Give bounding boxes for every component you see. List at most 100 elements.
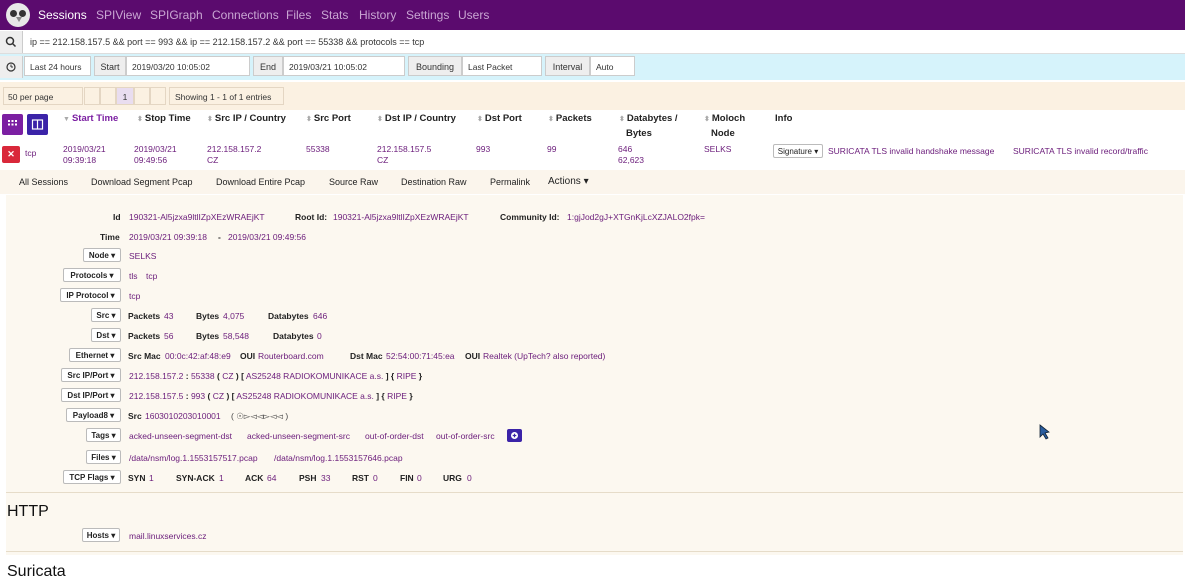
owl-logo-icon[interactable]	[6, 3, 30, 27]
next-page-button[interactable]	[134, 87, 150, 105]
flag-rst-value[interactable]: 0	[373, 473, 378, 483]
col-src-port[interactable]: ⬍ Src Port	[306, 112, 351, 127]
time-range-select[interactable]: Last 24 hours	[24, 56, 91, 76]
col-src-ip[interactable]: ⬍ Src IP / Country	[207, 112, 286, 127]
protocol-tls[interactable]: tls	[129, 271, 138, 281]
row-protocol[interactable]: tcp	[25, 148, 36, 159]
node-dropdown[interactable]: Node ▾	[83, 248, 121, 262]
bounding-select[interactable]: Last Packet	[462, 56, 542, 76]
node-value[interactable]: SELKS	[129, 251, 156, 261]
dst-databytes-value[interactable]: 0	[317, 331, 322, 341]
col-packets[interactable]: ⬍ Packets	[548, 112, 592, 127]
nav-history[interactable]: History	[359, 8, 396, 22]
info-field-dropdown[interactable]: Signature ▾	[773, 144, 823, 158]
permalink-link[interactable]: Permalink	[490, 177, 530, 187]
end-time-input[interactable]: 2019/03/21 10:05:02	[283, 56, 405, 76]
prev-page-button[interactable]	[100, 87, 116, 105]
row-info-signature-1[interactable]: SURICATA TLS invalid handshake message	[828, 146, 994, 157]
col-start-time[interactable]: ▼ Start Time	[63, 112, 118, 127]
src-mac-value[interactable]: 00:0c:42:af:48:e9	[165, 351, 231, 361]
row-src-ip[interactable]: 212.158.157.2 CZ	[207, 144, 261, 166]
ethernet-dropdown[interactable]: Ethernet ▾	[69, 348, 121, 362]
payload8-dropdown[interactable]: Payload8 ▾	[66, 408, 121, 422]
search-icon[interactable]	[0, 31, 23, 53]
col-stop-time[interactable]: ⬍ Stop Time	[137, 112, 191, 127]
dst-packets-value[interactable]: 56	[164, 331, 173, 341]
src-ip-link[interactable]: 212.158.157.2	[129, 371, 183, 381]
src-oui-value[interactable]: Routerboard.com	[258, 351, 324, 361]
col-dst-ip[interactable]: ⬍ Dst IP / Country	[377, 112, 456, 127]
protocols-dropdown[interactable]: Protocols ▾	[63, 268, 121, 282]
root-id-value[interactable]: 190321-Al5jzxa9ltlIZpXEzWRAEjKT	[333, 212, 469, 222]
interval-select[interactable]: Auto	[590, 56, 635, 76]
col-databytes[interactable]: ⬍ Databytes / Bytes	[619, 112, 678, 141]
row-info-signature-2[interactable]: SURICATA TLS invalid record/traffic	[1013, 146, 1148, 157]
src-rir-link[interactable]: RIPE	[397, 371, 417, 381]
col-moloch-node[interactable]: ⬍ Moloch Node	[704, 112, 745, 141]
src-asn-link[interactable]: AS25248 RADIOKOMUNIKACE a.s.	[246, 371, 383, 381]
ip-protocol-value[interactable]: tcp	[129, 291, 140, 301]
add-tag-icon[interactable]	[507, 429, 522, 442]
nav-spiview[interactable]: SPIView	[96, 8, 141, 22]
nav-files[interactable]: Files	[286, 8, 311, 22]
flag-ack-value[interactable]: 64	[267, 473, 276, 483]
nav-settings[interactable]: Settings	[406, 8, 449, 22]
tcp-flags-dropdown[interactable]: TCP Flags ▾	[63, 470, 121, 484]
dst-dropdown[interactable]: Dst ▾	[91, 328, 121, 342]
current-page[interactable]: 1	[116, 87, 134, 105]
col-dst-port[interactable]: ⬍ Dst Port	[477, 112, 522, 127]
download-segment-pcap-link[interactable]: Download Segment Pcap	[91, 177, 193, 187]
column-layout-icon[interactable]	[27, 114, 48, 135]
nav-users[interactable]: Users	[458, 8, 489, 22]
all-sessions-link[interactable]: All Sessions	[19, 177, 68, 187]
destination-raw-link[interactable]: Destination Raw	[401, 177, 467, 187]
download-entire-pcap-link[interactable]: Download Entire Pcap	[216, 177, 305, 187]
file-link-1[interactable]: /data/nsm/log.1.1553157517.pcap	[129, 453, 258, 463]
payload-src-value[interactable]: 1603010203010001	[145, 411, 221, 421]
last-page-button[interactable]	[150, 87, 166, 105]
col-info[interactable]: Info	[775, 112, 792, 126]
row-dst-ip[interactable]: 212.158.157.5 CZ	[377, 144, 431, 166]
flag-synack-value[interactable]: 1	[219, 473, 224, 483]
search-input[interactable]: ip == 212.158.157.5 && port == 993 && ip…	[30, 37, 424, 47]
dst-bytes-value[interactable]: 58,548	[223, 331, 249, 341]
file-link-2[interactable]: /data/nsm/log.1.1553157646.pcap	[274, 453, 403, 463]
actions-dropdown[interactable]: Actions ▾	[548, 176, 589, 187]
per-page-select[interactable]: 50 per page	[3, 87, 83, 105]
src-dropdown[interactable]: Src ▾	[91, 308, 121, 322]
src-country-link[interactable]: CZ	[222, 371, 233, 381]
nav-sessions[interactable]: Sessions	[38, 8, 87, 22]
flag-psh-value[interactable]: 33	[321, 473, 330, 483]
flag-fin-value[interactable]: 0	[417, 473, 422, 483]
row-databytes[interactable]: 646 62,623	[618, 144, 644, 166]
nav-connections[interactable]: Connections	[212, 8, 279, 22]
row-packets[interactable]: 99	[547, 144, 556, 155]
dst-mac-value[interactable]: 52:54:00:71:45:ea	[386, 351, 455, 361]
src-packets-value[interactable]: 43	[164, 311, 173, 321]
src-bytes-value[interactable]: 4,075	[223, 311, 244, 321]
start-time-input[interactable]: 2019/03/20 10:05:02	[126, 56, 250, 76]
src-port-link[interactable]: 55338	[191, 371, 215, 381]
tag-acked-unseen-segment-dst[interactable]: acked-unseen-segment-dst	[129, 431, 232, 441]
files-dropdown[interactable]: Files ▾	[86, 450, 121, 464]
tag-out-of-order-dst[interactable]: out-of-order-dst	[365, 431, 424, 441]
ip-protocol-dropdown[interactable]: IP Protocol ▾	[60, 288, 121, 302]
nav-stats[interactable]: Stats	[321, 8, 348, 22]
first-page-button[interactable]	[84, 87, 100, 105]
dst-ipport-dropdown[interactable]: Dst IP/Port ▾	[61, 388, 121, 402]
flag-urg-value[interactable]: 0	[467, 473, 472, 483]
flag-syn-value[interactable]: 1	[149, 473, 154, 483]
row-src-port[interactable]: 55338	[306, 144, 330, 155]
table-row[interactable]: ✕ tcp 2019/03/21 09:39:18 2019/03/21 09:49…	[0, 142, 1185, 169]
column-config-icon[interactable]	[2, 114, 23, 135]
http-host-value[interactable]: mail.linuxservices.cz	[129, 531, 206, 541]
src-databytes-value[interactable]: 646	[313, 311, 327, 321]
source-raw-link[interactable]: Source Raw	[329, 177, 378, 187]
tag-out-of-order-src[interactable]: out-of-order-src	[436, 431, 495, 441]
dst-rir-link[interactable]: RIPE	[387, 391, 407, 401]
tags-dropdown[interactable]: Tags ▾	[86, 428, 121, 442]
dst-port-link[interactable]: 993	[191, 391, 205, 401]
hosts-dropdown[interactable]: Hosts ▾	[82, 528, 120, 542]
community-id-value[interactable]: 1:gjJod2gJ+XTGnKjLcXZJALO2fpk=	[567, 212, 705, 222]
dst-oui-value[interactable]: Realtek (UpTech? also reported)	[483, 351, 605, 361]
